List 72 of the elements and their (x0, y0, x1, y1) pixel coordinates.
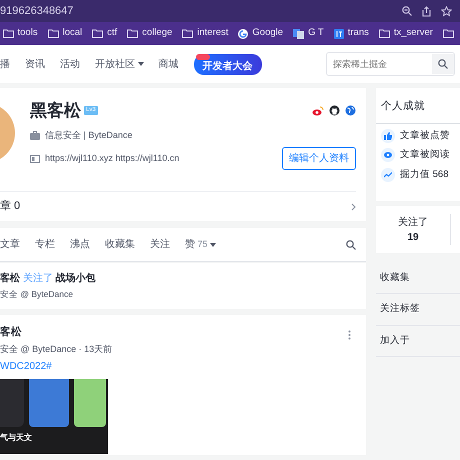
bookmark-link[interactable]: G T (308, 26, 324, 41)
globe-icon[interactable] (345, 105, 356, 116)
following-count[interactable]: 19 (407, 230, 419, 244)
bookmark-link[interactable]: ctf (107, 26, 118, 41)
screenshot-image: 气与天文 (0, 379, 108, 454)
caret-icon[interactable] (138, 62, 144, 66)
trend-icon (381, 168, 395, 182)
folder-icon (92, 29, 104, 38)
new-tag (196, 54, 210, 60)
folder-icon (182, 29, 194, 38)
bookmark-link[interactable]: Google (252, 26, 284, 41)
url-text[interactable]: 919626348647 (0, 2, 74, 20)
chevron-right-icon[interactable] (351, 202, 356, 210)
bookmark-link[interactable]: trans (348, 26, 369, 41)
briefcase-icon (30, 130, 40, 140)
topic-link[interactable]: WDC2022# (0, 359, 366, 374)
tab[interactable]: 收藏集 (105, 237, 135, 252)
folder-icon (378, 29, 390, 38)
caret-icon[interactable] (210, 242, 216, 246)
edit-profile-button[interactable]: 编辑个人资料 (282, 147, 356, 170)
tab[interactable]: 沸点 (70, 237, 90, 252)
user-meta: 安全 @ ByteDance (0, 288, 74, 302)
nav-link[interactable]: 商城 (158, 56, 178, 72)
bookmark-link[interactable]: college (142, 26, 172, 41)
tab[interactable]: 关注 (150, 237, 170, 252)
translate-icon (334, 28, 344, 38)
bookmark-link[interactable]: local (62, 26, 82, 41)
translate-icon (293, 28, 304, 38)
post-meta: 安全 @ ByteDance · 13天前 (0, 343, 112, 356)
event-badge[interactable]: 开发者大会 (194, 54, 262, 74)
nav-link[interactable]: 开放社区 (95, 56, 135, 72)
website-links[interactable]: https://wjl110.xyz https://wjl110.cn (45, 152, 180, 166)
github-icon[interactable] (329, 105, 340, 116)
sidebar-link[interactable]: 收藏集 (376, 263, 460, 294)
achievement-text: 文章被点赞 (400, 129, 450, 143)
zoom-icon[interactable] (402, 6, 412, 16)
search-icon[interactable] (346, 240, 356, 250)
sidebar-link[interactable]: 加入于 (376, 326, 460, 357)
search-button[interactable] (432, 54, 454, 74)
user-name: 黑客松 (30, 100, 81, 122)
nav-link[interactable]: 资讯 (25, 56, 45, 72)
folder-icon (48, 29, 59, 38)
nav-link[interactable]: 活动 (60, 56, 80, 72)
card-title: 个人成就 (376, 88, 460, 124)
bookmark-link[interactable]: tx_server (394, 26, 433, 41)
tab[interactable]: 文章 (0, 237, 20, 252)
more-options-icon[interactable] (348, 330, 351, 340)
folder-icon (127, 29, 138, 38)
activity-text: 客松 关注了 战场小包 (0, 271, 97, 286)
bookmark-link[interactable]: interest (197, 26, 228, 41)
google-logo-icon (238, 28, 248, 38)
badge-count[interactable]: 章 0 (0, 198, 20, 215)
sidebar-link[interactable]: 关注标签 (376, 294, 460, 326)
weibo-icon[interactable] (312, 106, 324, 116)
folder-icon (2, 29, 14, 38)
tab[interactable]: 专栏 (35, 237, 55, 252)
id-card-icon (30, 154, 40, 162)
author-name[interactable]: 客松 (0, 325, 112, 341)
tab[interactable]: 赞 75 (185, 237, 216, 252)
star-icon[interactable] (441, 6, 452, 16)
job-text: 信息安全 | ByteDance (45, 128, 132, 142)
nav-link[interactable]: 播 (0, 56, 10, 72)
thumbs-up-icon (381, 129, 395, 144)
following-label[interactable]: 关注了 (398, 214, 428, 230)
achievement-text: 掘力值 568 (400, 168, 448, 182)
eye-icon (381, 148, 395, 162)
search-icon[interactable] (438, 59, 448, 69)
achievement-text: 文章被阅读 (400, 148, 450, 162)
bookmark-link[interactable]: tools (18, 26, 38, 41)
search-field[interactable]: 探索稀土掘金 (326, 52, 455, 76)
folder-icon (442, 29, 454, 38)
share-icon[interactable] (422, 6, 431, 16)
